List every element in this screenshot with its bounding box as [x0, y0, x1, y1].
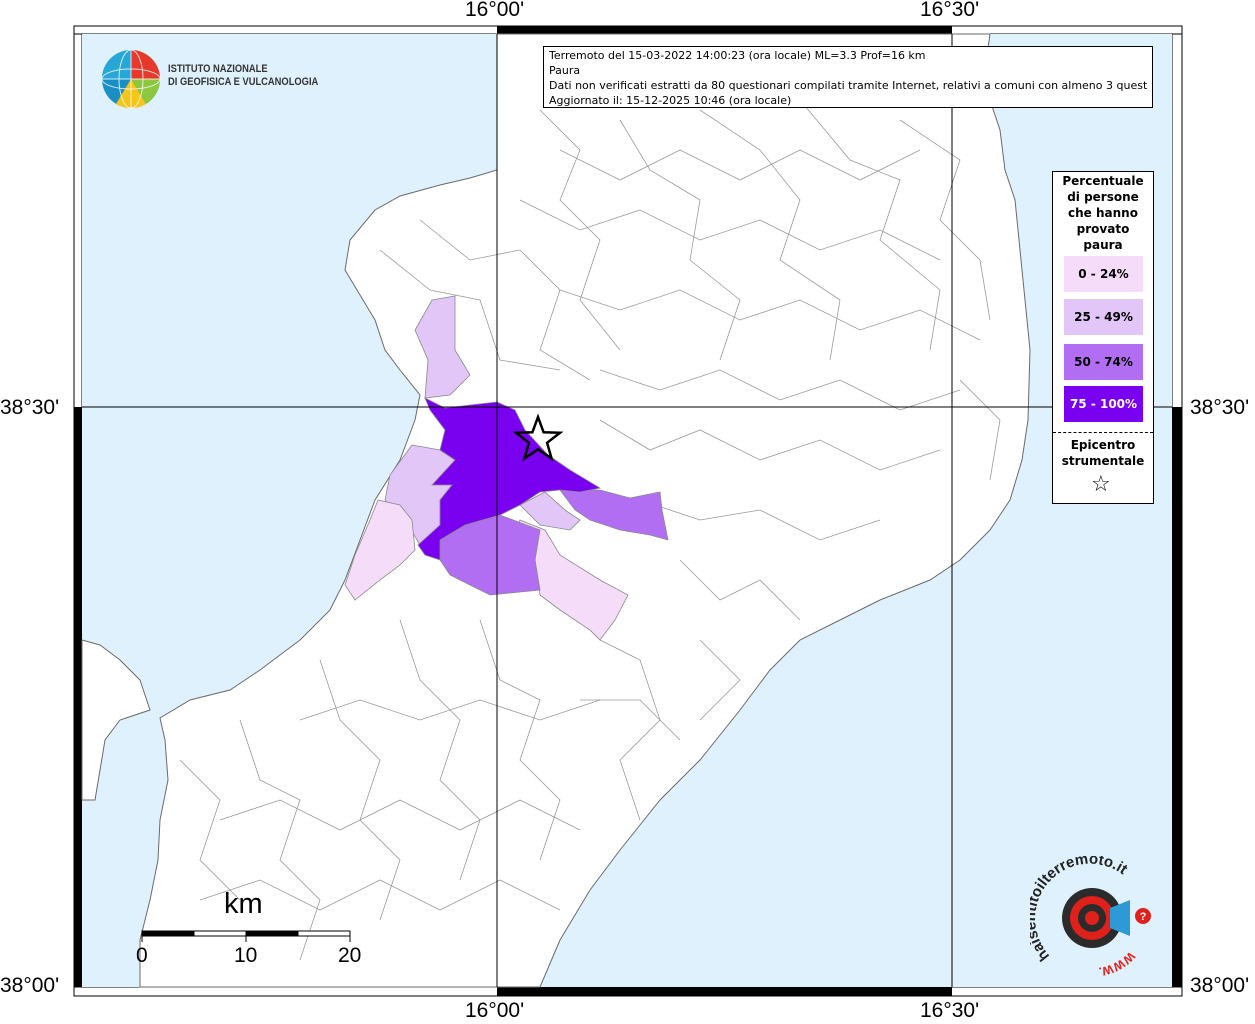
legend-item-75-100: 75 - 100%: [1064, 386, 1143, 422]
svg-text:WWW.: WWW.: [1098, 949, 1138, 979]
coord-top-16-00: 16°00': [465, 0, 525, 21]
coord-bottom-16-00: 16°00': [465, 999, 525, 1022]
legend-epicenter-label: Epicentro strumentale: [1053, 437, 1153, 469]
ingv-name-line1: ISTITUTO NAZIONALE: [168, 63, 268, 75]
event-info-line1: Terremoto del 15-03-2022 14:00:23 (ora l…: [549, 49, 926, 62]
legend-title-line: provato: [1076, 222, 1130, 236]
legend-item-0-24: 0 - 24%: [1064, 256, 1143, 292]
coord-right-38-30: 38°30': [1190, 396, 1250, 419]
frame-black-right: [1172, 407, 1182, 987]
legend-epicenter-line1: Epicentro: [1070, 438, 1136, 452]
event-info-line2: Paura: [549, 64, 581, 77]
ingv-name: ISTITUTO NAZIONALE DI GEOFISICA E VULCAN…: [168, 63, 318, 89]
legend-item-25-49: 25 - 49%: [1064, 299, 1143, 335]
haisentito-www: WWW.: [1098, 949, 1138, 979]
frame-black-top: [497, 26, 952, 34]
legend: Percentuale di persone che hanno provato…: [1052, 171, 1154, 504]
legend-title-line: paura: [1083, 238, 1123, 252]
event-info-line3: Dati non verificati estratti da 80 quest…: [549, 79, 1147, 92]
event-info-line4: Aggiornato il: 15-12-2025 10:46 (ora loc…: [549, 94, 792, 107]
scale-unit: km: [224, 888, 263, 920]
coord-left-38-30: 38°30': [0, 396, 60, 419]
coord-right-38-00: 38°00': [1190, 974, 1250, 997]
star-outline-icon: ☆: [1091, 472, 1111, 497]
svg-text:?: ?: [1140, 911, 1147, 923]
event-info-box: Terremoto del 15-03-2022 14:00:23 (ora l…: [543, 46, 1153, 108]
legend-title-line: Percentuale: [1062, 174, 1144, 188]
legend-title-line: che hanno: [1068, 206, 1138, 220]
haisentito-logo-icon: ? haisentitoilterremoto.it WWW.: [1022, 850, 1151, 979]
legend-epicenter-line2: strumentale: [1061, 454, 1145, 468]
ingv-name-line2: DI GEOFISICA E VULCANOLOGIA: [168, 76, 319, 88]
ingv-globe-icon: [101, 49, 161, 109]
frame-black-bottom: [497, 987, 952, 996]
frame-black-left: [74, 407, 82, 987]
haisentito-logo: ? haisentitoilterremoto.it WWW.: [1022, 850, 1165, 981]
legend-title: Percentuale di persone che hanno provato…: [1053, 173, 1153, 253]
legend-item-50-74: 50 - 74%: [1064, 344, 1143, 380]
scale-tick-0: 0: [136, 944, 148, 967]
coord-left-38-00: 38°00': [0, 974, 60, 997]
coord-bottom-16-30: 16°30': [920, 999, 980, 1022]
scale-tick-10: 10: [234, 944, 258, 967]
coord-top-16-30: 16°30': [920, 0, 980, 21]
scale-tick-20: 20: [338, 944, 362, 967]
legend-divider: [1053, 432, 1153, 433]
legend-title-line: di persone: [1067, 190, 1139, 204]
